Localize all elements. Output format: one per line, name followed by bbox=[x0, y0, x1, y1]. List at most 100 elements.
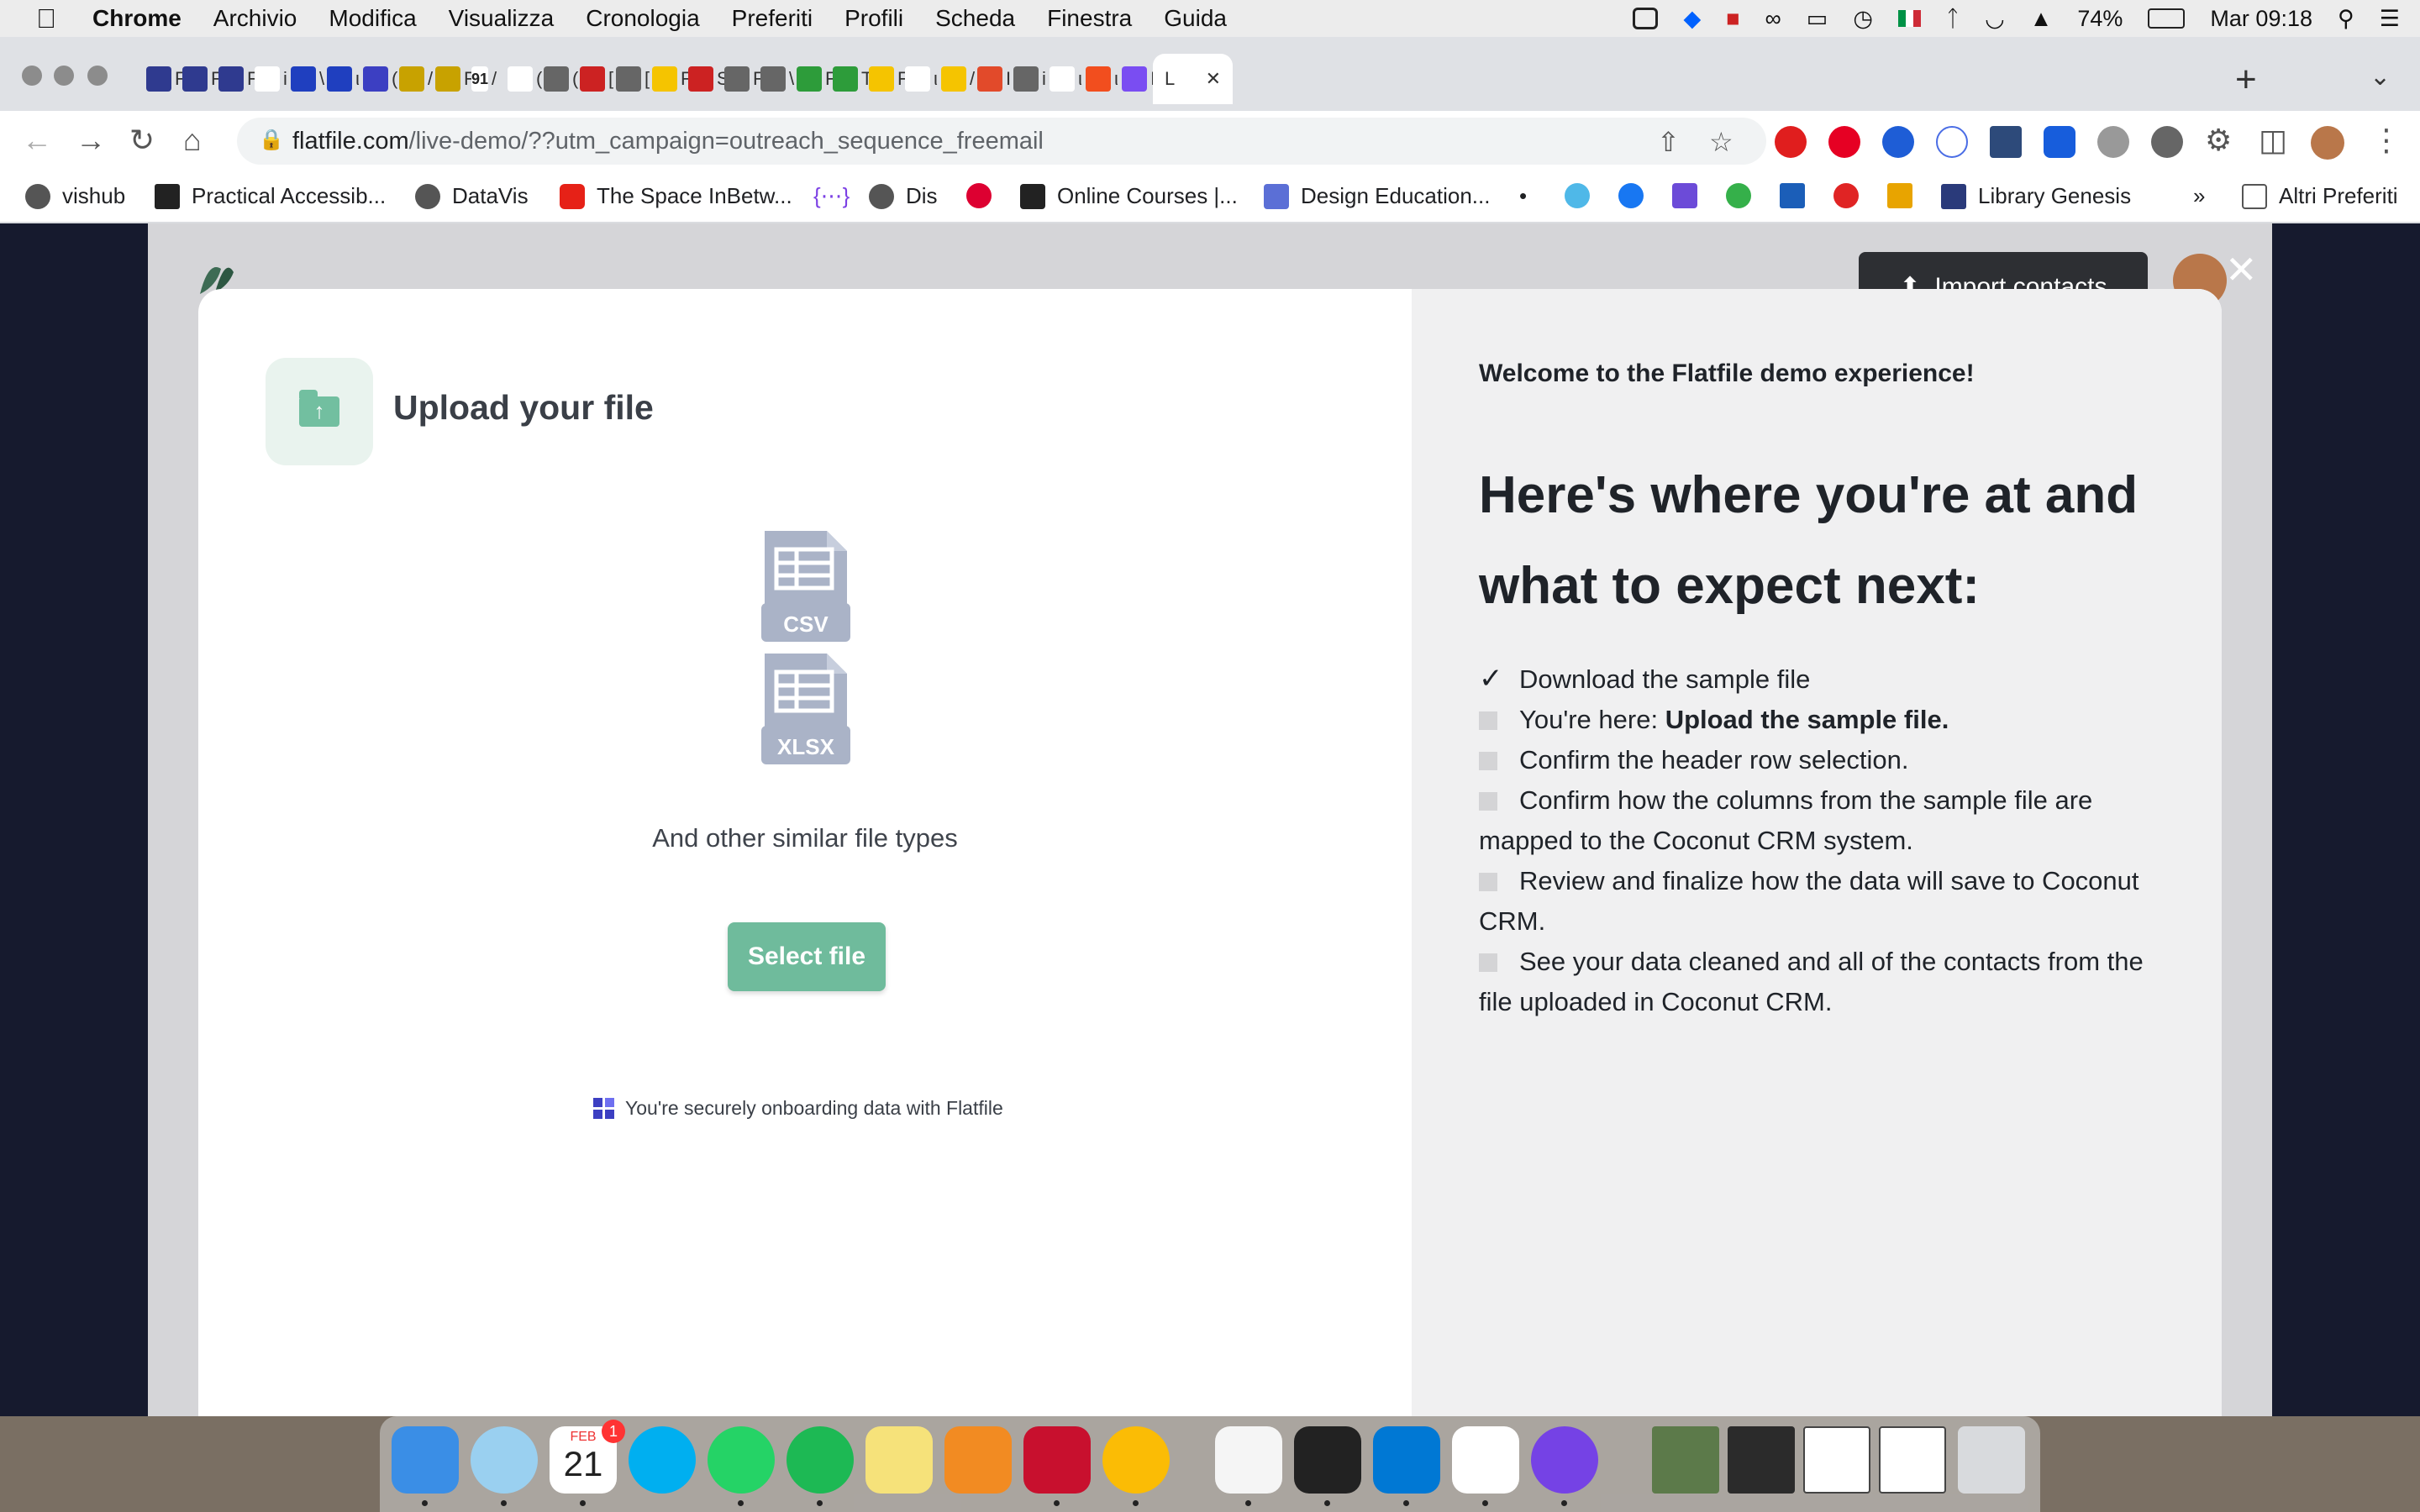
browser-tab[interactable]: ( bbox=[358, 54, 397, 104]
share-icon[interactable]: ⇧ bbox=[1657, 126, 1680, 158]
bitwarden-extension-icon[interactable] bbox=[2044, 126, 2075, 158]
firefox-icon[interactable] bbox=[1531, 1426, 1598, 1494]
bookmark-online-courses[interactable]: Online Courses |... bbox=[1020, 183, 1238, 209]
extensions-puzzle-icon[interactable]: ⚙ bbox=[2205, 123, 2232, 158]
browser-tab[interactable]: [ bbox=[575, 54, 613, 104]
dropbox-icon[interactable]: ◆ bbox=[1683, 6, 1701, 32]
browser-tab[interactable]: F bbox=[213, 54, 258, 104]
home-button[interactable]: ⌂ bbox=[183, 123, 202, 158]
ublock-extension-icon[interactable] bbox=[1775, 126, 1807, 158]
bookmarks-overflow-icon[interactable]: » bbox=[2193, 183, 2205, 209]
spotlight-search-icon[interactable]: ⚲ bbox=[2338, 6, 2354, 32]
active-browser-tab[interactable]: L ✕ bbox=[1153, 54, 1233, 104]
creative-cloud-icon[interactable]: ∞ bbox=[1765, 6, 1781, 32]
profile-avatar[interactable] bbox=[2311, 126, 2344, 160]
vscode-icon[interactable] bbox=[1373, 1426, 1440, 1494]
skype-icon[interactable] bbox=[629, 1426, 696, 1494]
browser-tab[interactable]: F bbox=[864, 54, 908, 104]
volume-icon[interactable]: ▲ bbox=[2030, 6, 2053, 32]
finder-icon[interactable] bbox=[392, 1426, 459, 1494]
side-panel-icon[interactable]: ◫ bbox=[2259, 123, 2287, 158]
browser-tab[interactable]: I bbox=[972, 54, 1011, 104]
bookmark-star-icon[interactable]: ☆ bbox=[1709, 126, 1733, 158]
whatsapp-icon[interactable] bbox=[708, 1426, 775, 1494]
browser-tab[interactable]: F bbox=[177, 54, 222, 104]
window-zoom-button[interactable] bbox=[87, 66, 108, 86]
browser-tab[interactable]: F bbox=[141, 54, 186, 104]
bookmark-green[interactable] bbox=[1726, 183, 1763, 208]
address-bar[interactable]: 🔒 flatfile.com/live-demo/??utm_campaign=… bbox=[237, 118, 1766, 165]
bookmark-red[interactable] bbox=[1833, 183, 1870, 208]
menu-modifica[interactable]: Modifica bbox=[329, 5, 416, 32]
recent-document-icon[interactable] bbox=[1652, 1426, 1719, 1494]
mail-icon[interactable] bbox=[471, 1426, 538, 1494]
clock[interactable]: Mar 09:18 bbox=[2210, 6, 2312, 32]
bookmark-altri-preferiti[interactable]: Altri Preferiti bbox=[2242, 183, 2398, 209]
battery-icon[interactable] bbox=[2148, 8, 2186, 29]
bookmark-braces[interactable]: {⋯} bbox=[813, 183, 850, 209]
wifi-icon[interactable]: ◡ bbox=[1985, 6, 2005, 32]
menu-cronologia[interactable]: Cronologia bbox=[586, 5, 699, 32]
new-tab-button[interactable]: + bbox=[2235, 59, 2257, 101]
close-modal-icon[interactable]: ✕ bbox=[2225, 247, 2258, 292]
recent-window-icon[interactable] bbox=[1879, 1426, 1946, 1494]
browser-menu-icon[interactable]: ⋮ bbox=[2371, 123, 2402, 158]
browser-tab[interactable]: \ bbox=[755, 54, 794, 104]
bluetooth-icon[interactable]: ᛏ bbox=[1946, 6, 1960, 32]
apple-menu-icon[interactable]:  bbox=[0, 3, 92, 34]
window-close-button[interactable] bbox=[22, 66, 42, 86]
browser-tab[interactable]: F bbox=[647, 54, 692, 104]
recent-window-icon[interactable] bbox=[1728, 1426, 1795, 1494]
browser-tab[interactable]: / bbox=[394, 54, 433, 104]
status-app-icon[interactable]: ■ bbox=[1726, 6, 1739, 32]
numbers-icon[interactable] bbox=[1452, 1426, 1519, 1494]
menu-profili[interactable]: Profili bbox=[844, 5, 903, 32]
menu-scheda[interactable]: Scheda bbox=[935, 5, 1015, 32]
browser-tab[interactable]: \ bbox=[286, 54, 324, 104]
forward-button[interactable]: → bbox=[76, 123, 106, 158]
browser-tab[interactable]: 91/ bbox=[466, 54, 502, 104]
notes-icon[interactable] bbox=[865, 1426, 933, 1494]
browser-tab[interactable]: [ bbox=[611, 54, 650, 104]
calendar-icon[interactable]: FEB 21 1 bbox=[550, 1420, 625, 1494]
close-tab-icon[interactable]: ✕ bbox=[1206, 68, 1221, 90]
browser-tab[interactable]: ι bbox=[1044, 54, 1082, 104]
bookmark-dot[interactable]: • bbox=[1519, 183, 1527, 209]
reload-button[interactable]: ↻ bbox=[129, 123, 155, 158]
trash-icon[interactable] bbox=[1958, 1426, 2025, 1494]
acrobat-icon[interactable] bbox=[1023, 1426, 1091, 1494]
browser-tab[interactable]: ι bbox=[1081, 54, 1118, 104]
books-icon[interactable] bbox=[944, 1426, 1012, 1494]
window-minimize-button[interactable] bbox=[54, 66, 74, 86]
time-machine-icon[interactable]: ◷ bbox=[1853, 6, 1873, 32]
browser-tab[interactable]: S bbox=[683, 54, 729, 104]
terminal-icon[interactable] bbox=[1294, 1426, 1361, 1494]
menu-finestra[interactable]: Finestra bbox=[1047, 5, 1132, 32]
browser-tab[interactable]: ι bbox=[322, 54, 360, 104]
menu-guida[interactable]: Guida bbox=[1164, 5, 1227, 32]
bookmark-facebook[interactable] bbox=[1618, 183, 1655, 208]
bookmark-c[interactable] bbox=[1565, 183, 1602, 208]
recent-window-icon[interactable] bbox=[1803, 1426, 1870, 1494]
url-text[interactable]: flatfile.com/live-demo/??utm_campaign=ou… bbox=[292, 128, 1044, 155]
browser-tab[interactable]: F bbox=[792, 54, 836, 104]
bookmark-design-education[interactable]: Design Education... bbox=[1264, 183, 1490, 209]
control-center-icon[interactable]: ☰ bbox=[2380, 6, 2400, 32]
tab-search-chevron-icon[interactable]: ⌄ bbox=[2370, 62, 2391, 92]
browser-tab[interactable]: ( bbox=[502, 54, 542, 104]
menu-archivio[interactable]: Archivio bbox=[213, 5, 297, 32]
browser-tab[interactable]: ( bbox=[539, 54, 578, 104]
bookmark-wr[interactable] bbox=[1887, 183, 1924, 208]
triangle-extension-icon[interactable] bbox=[1936, 126, 1968, 158]
bookmark-v[interactable] bbox=[1672, 183, 1709, 208]
lock-icon[interactable]: 🔒 bbox=[259, 128, 284, 152]
gear-extension-icon[interactable] bbox=[2097, 126, 2129, 158]
status-app-icon[interactable] bbox=[1633, 8, 1659, 29]
menu-app-name[interactable]: Chrome bbox=[92, 5, 182, 32]
bookmark-dkb[interactable] bbox=[1780, 183, 1817, 208]
browser-tab[interactable]: F bbox=[719, 54, 764, 104]
back-button[interactable]: ← bbox=[22, 123, 52, 158]
menu-visualizza[interactable]: Visualizza bbox=[449, 5, 555, 32]
bookmark-practical-accessibility[interactable]: Practical Accessib... bbox=[155, 183, 386, 209]
browser-tab[interactable]: i bbox=[1008, 54, 1046, 104]
